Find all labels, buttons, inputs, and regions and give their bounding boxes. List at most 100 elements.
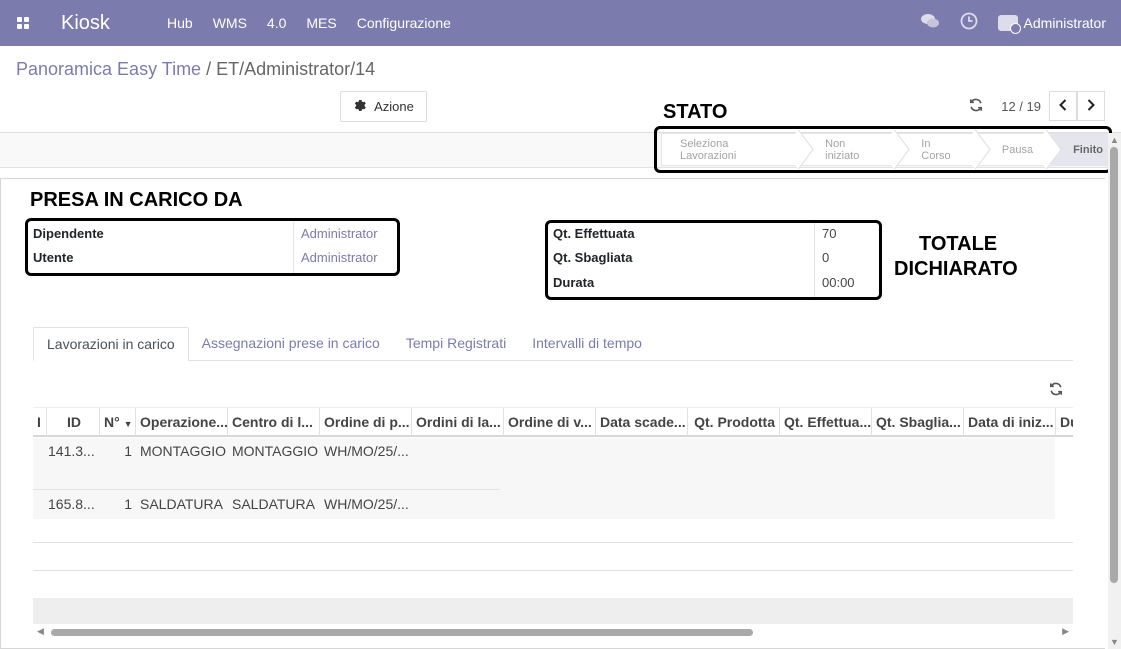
field-label: Qt. Effettuata bbox=[553, 226, 635, 241]
column-header[interactable]: Data scade... bbox=[596, 408, 688, 436]
caret-down-icon: ▼ bbox=[123, 419, 133, 429]
cell-centro: MONTAGGIO bbox=[232, 443, 318, 459]
gear-icon bbox=[353, 99, 366, 115]
annotation-totale-1: TOTALE bbox=[919, 233, 998, 255]
menu-item-mes[interactable]: MES bbox=[296, 15, 346, 31]
table-row[interactable]: 141.3... 1 MONTAGGIO MONTAGGIO WH/MO/25/… bbox=[33, 443, 1073, 463]
column-header[interactable]: Qt. Prodotta bbox=[688, 408, 780, 436]
cell-ordine: WH/MO/25/... bbox=[324, 496, 409, 512]
scroll-right-icon[interactable]: ▶ bbox=[1062, 626, 1069, 637]
menu-item-configurazione[interactable]: Configurazione bbox=[347, 15, 461, 31]
field-value: 0 bbox=[822, 250, 830, 265]
cell-n: 1 bbox=[124, 496, 132, 512]
field-value: 00:00 bbox=[822, 275, 855, 290]
column-header[interactable]: Qt. Effettua... bbox=[780, 408, 872, 436]
field-separator bbox=[814, 222, 815, 297]
field-value: 70 bbox=[822, 226, 837, 241]
cell-id: 165.8... bbox=[48, 496, 95, 512]
cell-ordine: WH/MO/25/... bbox=[324, 443, 409, 459]
field-label: Qt. Sbagliata bbox=[553, 250, 633, 265]
field-qt-effettuata: Qt. Effettuata 70 bbox=[553, 226, 836, 241]
field-label: Durata bbox=[553, 275, 595, 290]
chevron-left-icon bbox=[1059, 98, 1067, 114]
top-navbar: Kiosk Hub WMS 4.0 MES Configurazione Adm… bbox=[0, 0, 1121, 46]
scroll-left-icon[interactable]: ◀ bbox=[37, 626, 44, 637]
cell-operazione: SALDATURA bbox=[140, 496, 223, 512]
row-divider bbox=[33, 489, 500, 490]
list-empty-row-divider bbox=[33, 570, 1073, 571]
annotation-presa: PRESA IN CARICO DA bbox=[30, 189, 243, 211]
scroll-up-icon[interactable]: ▲ bbox=[1110, 135, 1119, 145]
column-header[interactable]: Du bbox=[1056, 408, 1073, 436]
horizontal-scroll-thumb[interactable] bbox=[51, 629, 753, 636]
company-avatar-icon bbox=[997, 15, 1021, 34]
apps-menu-icon[interactable] bbox=[0, 0, 46, 46]
annotation-stato: STATO bbox=[663, 101, 728, 123]
menu-item-hub[interactable]: Hub bbox=[157, 15, 203, 31]
cell-id: 141.3... bbox=[48, 443, 95, 459]
breadcrumb-current: ET/Administrator/14 bbox=[216, 59, 376, 79]
chevron-right-icon bbox=[1087, 98, 1095, 114]
column-header[interactable]: Data di iniz... bbox=[964, 408, 1056, 436]
column-header[interactable]: Qt. Sbaglia... bbox=[872, 408, 964, 436]
list-refresh-icon[interactable] bbox=[1049, 382, 1063, 401]
field-dipendente: Dipendente Administrator bbox=[33, 226, 378, 241]
list-header: I ID N° ▼ Operazione... Centro di l... O… bbox=[33, 407, 1073, 437]
pager-value[interactable]: 12 / 19 bbox=[1001, 99, 1041, 114]
column-header[interactable]: ID bbox=[47, 408, 100, 436]
app-brand[interactable]: Kiosk bbox=[61, 12, 157, 35]
pager: 12 / 19 bbox=[969, 91, 1105, 121]
field-label: Dipendente bbox=[33, 226, 104, 241]
navbar-systray: Administrator bbox=[920, 0, 1106, 46]
annotation-totale-2: DICHIARATO bbox=[894, 258, 1018, 280]
stage-non-iniziato[interactable]: Non iniziato bbox=[803, 133, 900, 166]
breadcrumb-separator: / bbox=[206, 59, 212, 79]
cell-centro: SALDATURA bbox=[232, 496, 315, 512]
column-header[interactable]: Ordine di p... bbox=[320, 408, 412, 436]
table-row[interactable]: 165.8... 1 SALDATURA SALDATURA WH/MO/25/… bbox=[33, 496, 1073, 516]
chat-icon[interactable] bbox=[920, 13, 940, 34]
column-header-label: N° bbox=[104, 414, 120, 430]
stage-in-corso[interactable]: In Corso bbox=[899, 133, 980, 166]
stage-seleziona-lavorazioni[interactable]: Seleziona Lavorazioni bbox=[661, 133, 804, 166]
field-utente: Utente Administrator bbox=[33, 250, 378, 265]
column-header[interactable]: Ordine di v... bbox=[504, 408, 596, 436]
field-value-link[interactable]: Administrator bbox=[301, 226, 378, 241]
clock-icon[interactable] bbox=[960, 12, 978, 35]
tab-lavorazioni-in-carico[interactable]: Lavorazioni in carico bbox=[33, 327, 189, 361]
list-footer bbox=[33, 598, 1073, 624]
menu-item-wms[interactable]: WMS bbox=[203, 15, 257, 31]
tab-intervalli-di-tempo[interactable]: Intervalli di tempo bbox=[519, 327, 655, 361]
field-qt-sbagliata: Qt. Sbagliata 0 bbox=[553, 250, 829, 265]
vertical-scroll-thumb[interactable] bbox=[1110, 147, 1118, 583]
statusbar: Seleziona Lavorazioni Non iniziato In Co… bbox=[661, 133, 1121, 166]
pager-next-button[interactable] bbox=[1077, 91, 1105, 121]
scroll-down-icon[interactable]: ▼ bbox=[1110, 637, 1119, 647]
field-separator bbox=[293, 222, 294, 274]
refresh-icon[interactable] bbox=[969, 96, 983, 117]
azione-label: Azione bbox=[374, 99, 414, 114]
user-name: Administrator bbox=[1023, 15, 1106, 31]
field-durata: Durata 00:00 bbox=[553, 275, 855, 290]
cell-n: 1 bbox=[124, 443, 132, 459]
column-header[interactable]: Centro di l... bbox=[228, 408, 320, 436]
column-header[interactable]: Operazione... bbox=[136, 408, 228, 436]
menu-item-40[interactable]: 4.0 bbox=[257, 15, 296, 31]
cell-operazione: MONTAGGIO bbox=[140, 443, 226, 459]
breadcrumb-parent[interactable]: Panoramica Easy Time bbox=[16, 59, 201, 79]
field-label: Utente bbox=[33, 250, 74, 265]
pager-previous-button[interactable] bbox=[1049, 91, 1077, 121]
tab-tempi-registrati[interactable]: Tempi Registrati bbox=[393, 327, 519, 361]
field-value-link[interactable]: Administrator bbox=[301, 250, 378, 265]
tab-assegnazioni[interactable]: Assegnazioni prese in carico bbox=[189, 327, 393, 361]
azione-button[interactable]: Azione bbox=[340, 91, 427, 122]
notebook-tabs: Lavorazioni in carico Assegnazioni prese… bbox=[33, 327, 1073, 361]
breadcrumb: Panoramica Easy Time / ET/Administrator/… bbox=[16, 59, 375, 80]
column-header[interactable]: I bbox=[33, 408, 47, 436]
column-header-sorted[interactable]: N° ▼ bbox=[100, 408, 136, 436]
column-header[interactable]: Ordini di la... bbox=[412, 408, 504, 436]
vertical-scrollbar[interactable]: ▲ ▼ bbox=[1108, 133, 1121, 649]
user-menu[interactable]: Administrator bbox=[997, 15, 1106, 34]
horizontal-scrollbar[interactable]: ◀ ▶ bbox=[33, 626, 1073, 638]
list-empty-row-divider bbox=[33, 542, 1073, 543]
